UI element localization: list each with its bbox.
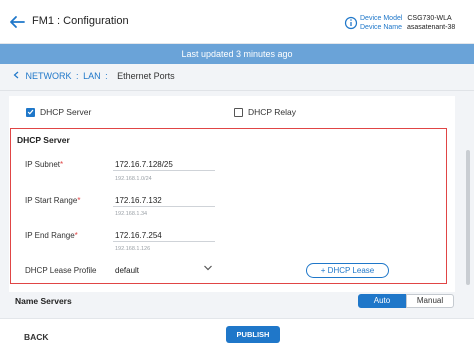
ip-start-hint: 192.168.1.34 bbox=[115, 211, 148, 217]
breadcrumb-separator: : bbox=[105, 71, 108, 81]
back-button[interactable]: BACK bbox=[24, 332, 49, 342]
back-arrow-icon[interactable] bbox=[8, 13, 26, 31]
add-dhcp-lease-button[interactable]: + DHCP Lease bbox=[306, 263, 389, 278]
ip-end-hint: 192.168.1.126 bbox=[115, 246, 151, 252]
checkbox-checked[interactable] bbox=[26, 107, 35, 117]
ip-end-label: IP End Range* bbox=[25, 231, 78, 240]
breadcrumb-network[interactable]: NETWORK bbox=[26, 71, 72, 81]
checkmark-icon bbox=[27, 109, 34, 115]
dhcp-server-section bbox=[10, 128, 447, 284]
chevron-left-icon[interactable] bbox=[13, 71, 19, 79]
breadcrumb: NETWORK : LAN : Ethernet Ports bbox=[13, 71, 175, 81]
last-updated-banner: Last updated 3 minutes ago bbox=[0, 44, 474, 64]
chevron-down-icon[interactable] bbox=[203, 264, 213, 272]
device-name-value: asasatenant-38 bbox=[406, 24, 456, 31]
ip-start-underline bbox=[113, 206, 215, 207]
divider bbox=[0, 90, 474, 91]
ip-end-underline bbox=[113, 241, 215, 242]
ip-start-input[interactable]: 172.16.7.132 bbox=[115, 196, 162, 205]
page-title: FM1 : Configuration bbox=[32, 15, 129, 27]
name-servers-label: Name Servers bbox=[15, 296, 72, 306]
auto-toggle[interactable]: Auto bbox=[358, 294, 406, 308]
lease-profile-select[interactable]: default bbox=[115, 266, 139, 275]
scrollbar[interactable] bbox=[466, 150, 470, 285]
ip-subnet-label: IP Subnet* bbox=[25, 160, 64, 169]
breadcrumb-current: Ethernet Ports bbox=[117, 71, 175, 81]
ip-subnet-input[interactable]: 172.16.7.128/25 bbox=[115, 160, 173, 169]
device-name-label: Device Name bbox=[360, 24, 403, 31]
ip-subnet-hint: 192.168.1.0/24 bbox=[115, 176, 152, 182]
section-title: DHCP Server bbox=[17, 135, 70, 145]
device-model-label: Device Model bbox=[360, 15, 403, 22]
dhcp-server-checkbox[interactable]: DHCP Server bbox=[26, 106, 91, 118]
device-info: Device Model CSG730-WLA Device Name asas… bbox=[360, 14, 455, 32]
publish-button[interactable]: PUBLISH bbox=[226, 326, 280, 343]
breadcrumb-lan[interactable]: LAN bbox=[83, 71, 101, 81]
manual-toggle[interactable]: Manual bbox=[406, 294, 454, 308]
ip-subnet-underline bbox=[113, 170, 215, 171]
checkbox-unchecked[interactable] bbox=[234, 107, 243, 117]
ip-end-input[interactable]: 172.16.7.254 bbox=[115, 231, 162, 240]
dhcp-relay-checkbox[interactable]: DHCP Relay bbox=[234, 106, 296, 118]
dhcp-relay-option-label: DHCP Relay bbox=[248, 107, 297, 117]
lease-profile-label: DHCP Lease Profile bbox=[25, 266, 97, 275]
breadcrumb-separator: : bbox=[76, 71, 79, 81]
device-model-value: CSG730-WLA bbox=[407, 15, 452, 22]
ip-start-label: IP Start Range* bbox=[25, 196, 81, 205]
dhcp-server-option-label: DHCP Server bbox=[40, 107, 92, 117]
